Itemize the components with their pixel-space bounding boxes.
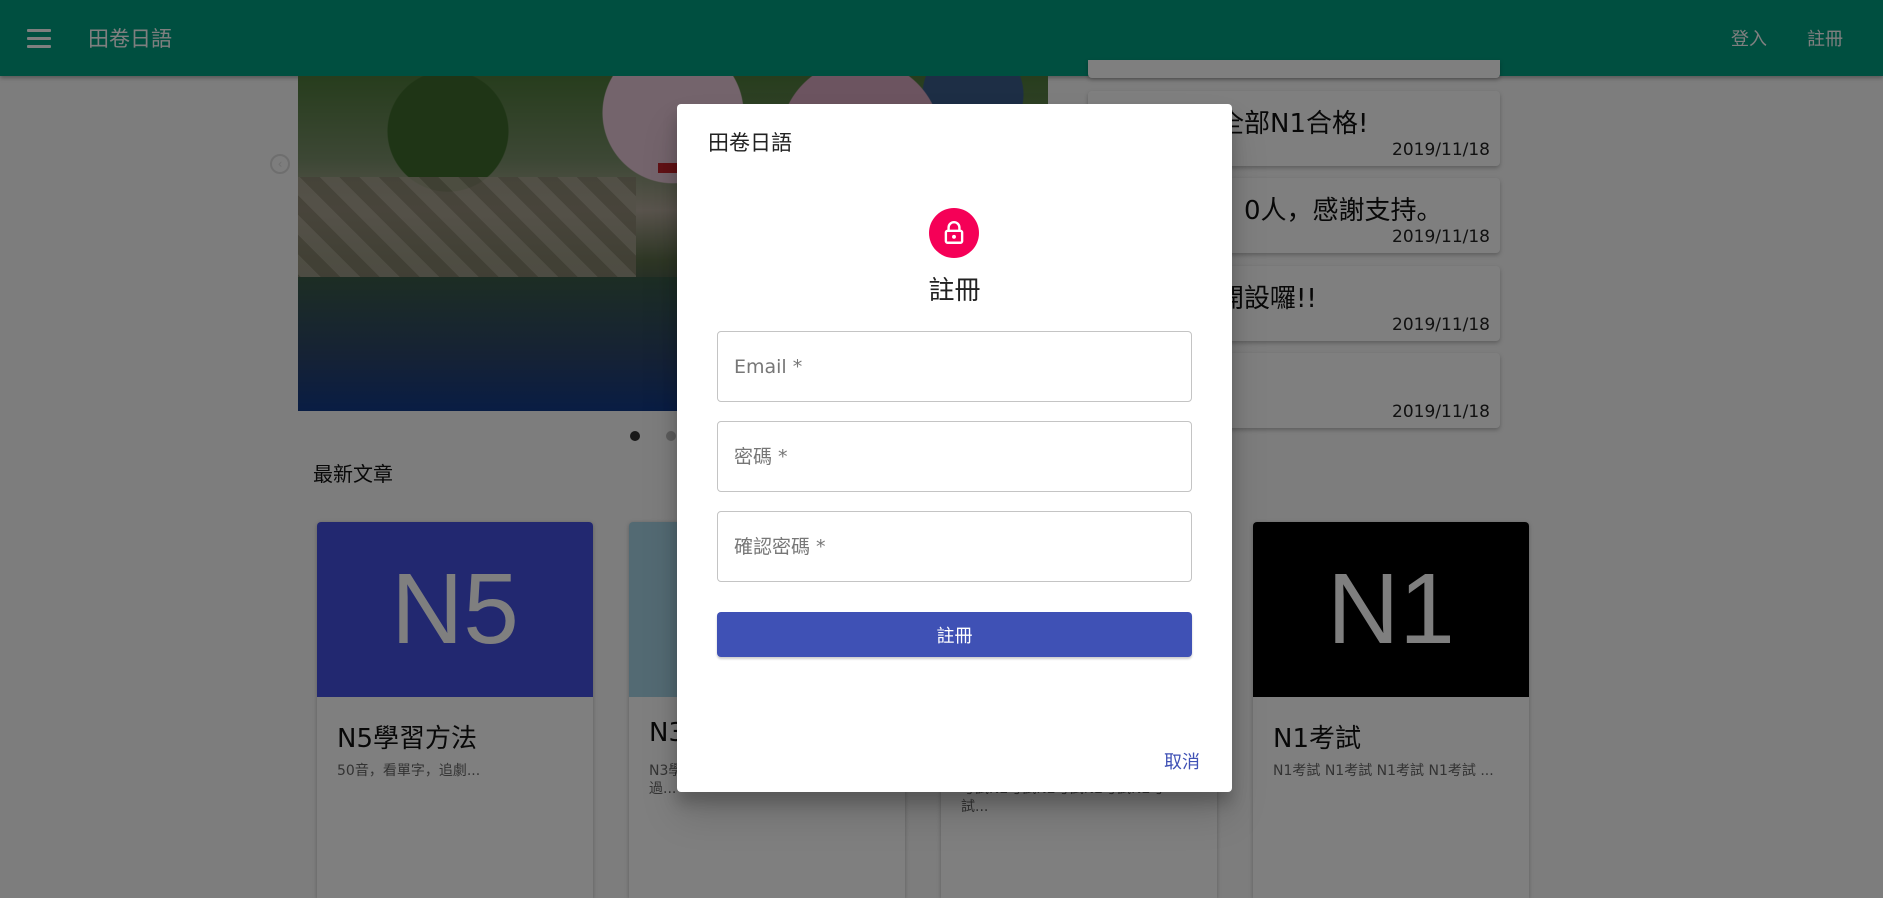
form-heading: 註冊	[928, 276, 981, 306]
register-dialog: 田卷日語 註冊 註冊 取消	[677, 104, 1232, 792]
dialog-title: 田卷日語	[708, 131, 792, 155]
register-submit-button[interactable]: 註冊	[717, 612, 1192, 657]
confirm-password-field[interactable]	[718, 512, 1191, 581]
password-field-container	[717, 421, 1192, 492]
lock-icon	[929, 208, 979, 258]
email-field[interactable]	[718, 332, 1191, 401]
confirm-password-field-container	[717, 511, 1192, 582]
password-field[interactable]	[718, 422, 1191, 491]
email-field-container	[717, 331, 1192, 402]
cancel-button[interactable]: 取消	[1164, 748, 1200, 774]
